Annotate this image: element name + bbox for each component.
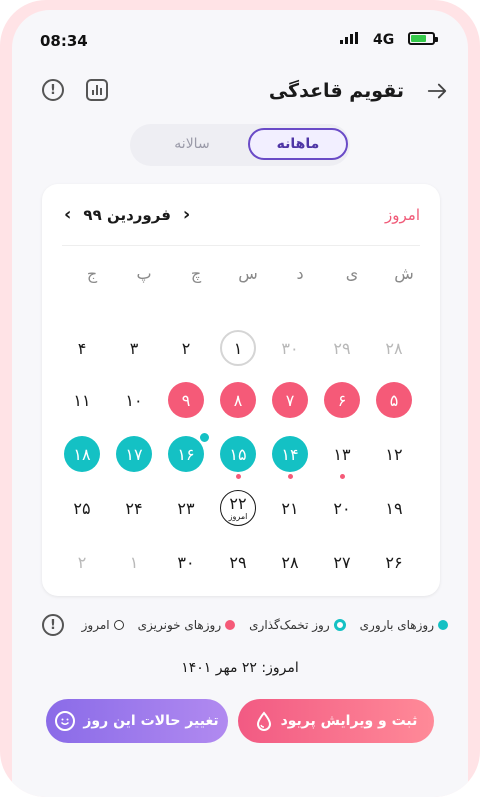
calendar-day-period[interactable]: ۸ [220, 382, 256, 418]
calendar-day-period[interactable]: ۹ [168, 382, 204, 418]
drop-icon [256, 711, 271, 731]
status-bar: 08:34 4G [12, 10, 468, 54]
phone-frame: 08:34 4G ! تقویم قاعدگی سالانه ماهانه ام… [0, 0, 480, 797]
calendar-day[interactable]: ۲۹ [324, 330, 360, 366]
calendar-day[interactable]: ۲ [168, 330, 204, 366]
weekday-label: ش [394, 264, 414, 283]
calendar-day[interactable]: ۲۶ [376, 544, 412, 580]
signal-icon [340, 32, 358, 44]
calendar-day[interactable]: ۲۱ [272, 490, 308, 526]
change-mood-label: تغییر حالات این روز [83, 713, 219, 729]
divider [62, 245, 420, 246]
calendar-day[interactable]: ۲ [64, 544, 100, 580]
marker-dot [235, 474, 241, 479]
calendar-day[interactable]: ۲۳ [168, 490, 204, 526]
network-label: 4G [373, 32, 395, 48]
weekday-label: پ [136, 264, 152, 283]
calendar-day[interactable]: ۲۸ [272, 544, 308, 580]
edit-period-button[interactable]: ثبت و ویرایش پریود [238, 699, 434, 743]
weekday-label: د [296, 264, 304, 283]
legend-info-icon[interactable]: ! [42, 614, 64, 636]
calendar-day[interactable]: ۳۰ [168, 544, 204, 580]
calendar-day-fertile[interactable]: ۱۸ [64, 436, 100, 472]
calendar-day-period[interactable]: ۶ [324, 382, 360, 418]
legend-period: روزهای خونریزی [138, 618, 236, 632]
fertile-dot-icon [438, 620, 448, 630]
page-title: تقویم قاعدگی [268, 80, 404, 102]
change-mood-button[interactable]: تغییر حالات این روز [46, 699, 228, 743]
legend: روزهای باروری روز تخمک‌گذاری روزهای خونر… [82, 618, 448, 632]
calendar-day[interactable]: ۴ [64, 330, 100, 366]
calendar-day[interactable]: ۳۰ [272, 330, 308, 366]
today-day-number: ۲۲ [229, 493, 247, 513]
calendar-day[interactable]: ۱۹ [376, 490, 412, 526]
status-time: 08:34 [40, 32, 88, 50]
info-icon[interactable]: ! [42, 79, 64, 101]
calendar-day[interactable]: ۲۴ [116, 490, 152, 526]
calendar-day-today[interactable]: ۲۲ امروز [220, 490, 256, 526]
legend-ovulation: روز تخمک‌گذاری [249, 618, 346, 632]
today-small-label: امروز [228, 511, 248, 521]
legend-ovulation-label: روز تخمک‌گذاری [249, 618, 330, 632]
calendar-day[interactable]: ۱۱ [64, 382, 100, 418]
edit-period-label: ثبت و ویرایش پریود [280, 713, 418, 729]
legend-today: امروز [82, 618, 124, 632]
stats-icon[interactable] [86, 79, 108, 101]
header: ! تقویم قاعدگی [12, 74, 468, 110]
calendar-day-fertile[interactable]: ۱۴ [272, 436, 308, 472]
today-date-text: امروز: ۲۲ مهر ۱۴۰۱ [181, 660, 299, 676]
calendar-day[interactable]: ۲۸ [376, 330, 412, 366]
ovulation-icon [197, 431, 211, 444]
battery-icon [408, 32, 438, 45]
calendar-day[interactable]: ۲۵ [64, 490, 100, 526]
view-switch: سالانه ماهانه [130, 124, 350, 166]
calendar-day-fertile[interactable]: ۱۵ [220, 436, 256, 472]
calendar-day[interactable]: ۱ [116, 544, 152, 580]
go-to-today-link[interactable]: امروز [385, 206, 420, 224]
ovulation-dot-icon [333, 619, 346, 631]
tab-yearly[interactable]: سالانه [142, 128, 242, 160]
calendar-card: امروز ‹ فروردین ۹۹ › ش ی د س چ پ ج ۲۸ ۲۹… [42, 184, 440, 596]
tab-monthly[interactable]: ماهانه [248, 128, 348, 160]
calendar-day-fertile[interactable]: ۱۷ [116, 436, 152, 472]
chevron-left-icon[interactable]: ‹ [64, 204, 71, 225]
calendar-day[interactable]: ۱۰ [116, 382, 152, 418]
weekday-label: ی [345, 264, 359, 283]
today-dot-icon [113, 620, 124, 630]
chevron-right-icon[interactable]: › [183, 204, 190, 225]
weekday-label: ج [86, 264, 98, 283]
calendar-day[interactable]: ۱۲ [376, 436, 412, 472]
legend-today-label: امروز [81, 618, 110, 632]
legend-fertile: روزهای باروری [360, 618, 448, 632]
calendar-day[interactable]: ۱ [220, 330, 256, 366]
calendar-day[interactable]: ۲۷ [324, 544, 360, 580]
calendar-day[interactable]: ۱۳ [324, 436, 360, 472]
smile-icon [55, 711, 76, 731]
calendar-day[interactable]: ۲۹ [220, 544, 256, 580]
calendar-day[interactable]: ۳ [116, 330, 152, 366]
marker-dot [339, 474, 345, 479]
month-label: فروردین ۹۹ [83, 205, 171, 224]
app-screen: 08:34 4G ! تقویم قاعدگی سالانه ماهانه ام… [12, 10, 468, 797]
marker-dot [287, 474, 293, 479]
month-navigation: ‹ فروردین ۹۹ › [64, 204, 190, 225]
back-arrow-icon[interactable] [426, 80, 448, 102]
calendar-day[interactable]: ۲۰ [324, 490, 360, 526]
calendar-day-period[interactable]: ۵ [376, 382, 412, 418]
weekday-label: س [238, 264, 258, 283]
legend-fertile-label: روزهای باروری [359, 618, 434, 632]
weekday-label: چ [190, 264, 202, 283]
legend-period-label: روزهای خونریزی [137, 618, 222, 632]
calendar-day-period[interactable]: ۷ [272, 382, 308, 418]
period-dot-icon [225, 620, 236, 630]
